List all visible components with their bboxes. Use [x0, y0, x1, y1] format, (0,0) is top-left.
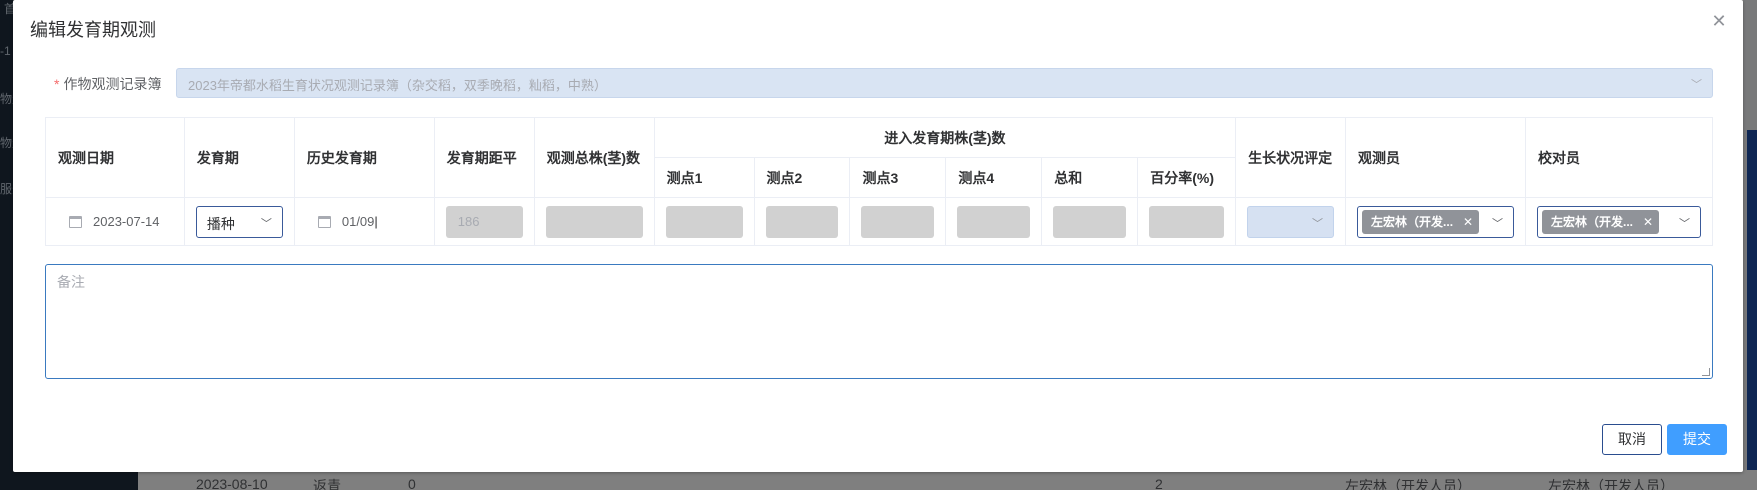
- observer-tag-label: 左宏林（开发...: [1371, 215, 1454, 229]
- checker-tag: 左宏林（开发... ✕: [1541, 209, 1660, 234]
- header-point-3: 测点3: [849, 157, 947, 198]
- header-sum: 总和: [1041, 157, 1139, 198]
- observer-select[interactable]: 左宏林（开发... ✕ ﹀: [1357, 205, 1514, 238]
- header-observer: 观测员: [1345, 117, 1526, 198]
- observation-table: 观测日期 发育期 历史发育期 发育期距平 观测总株(茎)数 进入发育期株(茎)数…: [45, 117, 1714, 246]
- required-mark: *: [54, 76, 60, 92]
- point-3-field: [861, 205, 935, 238]
- header-history-stage: 历史发育期: [293, 117, 435, 198]
- header-checker: 校对员: [1524, 117, 1714, 198]
- book-form-row: * 作物观测记录簿 2023年帝都水稻生育状况观测记录簿（杂交稻，双季晚稻，籼稻，…: [13, 68, 1743, 98]
- chevron-down-icon: ﹀: [260, 217, 272, 230]
- checker-select[interactable]: 左宏林（开发... ✕ ﹀: [1536, 205, 1701, 238]
- observer-tag: 左宏林（开发... ✕: [1362, 209, 1480, 234]
- header-stage: 发育期: [183, 117, 295, 198]
- header-stage-anomaly: 发育期距平: [433, 117, 535, 198]
- stage-anomaly-field: 186: [445, 205, 523, 238]
- header-point-1: 测点1: [653, 157, 755, 198]
- observation-date-picker[interactable]: 2023-07-14: [57, 214, 173, 229]
- submit-button[interactable]: 提交: [1667, 424, 1727, 455]
- header-entered-group: 进入发育期株(茎)数: [653, 117, 1237, 158]
- stage-value: 播种: [206, 215, 235, 232]
- header-point-4: 测点4: [945, 157, 1043, 198]
- point-4-field: [957, 205, 1031, 238]
- book-label-text: 作物观测记录簿: [63, 76, 162, 92]
- percent-field: [1149, 205, 1225, 238]
- header-total-plants: 观测总株(茎)数: [533, 117, 655, 198]
- calendar-icon: [317, 215, 331, 228]
- header-percent: 百分率(%): [1137, 157, 1237, 198]
- chevron-down-icon: ﹀: [1691, 79, 1702, 91]
- close-icon[interactable]: ✕: [1709, 12, 1729, 32]
- tag-close-icon[interactable]: ✕: [1643, 215, 1653, 229]
- cancel-button[interactable]: 取消: [1602, 424, 1662, 455]
- growth-eval-select[interactable]: ﹀: [1247, 205, 1335, 238]
- observation-date-value: 2023-07-14: [93, 214, 160, 229]
- checker-tag-label: 左宏林（开发...: [1550, 215, 1633, 229]
- chevron-down-icon: ﹀: [1679, 217, 1690, 230]
- total-plants-field: [545, 205, 643, 238]
- point-1-field: [665, 205, 743, 238]
- remark-textarea[interactable]: 备注: [45, 264, 1713, 379]
- header-date: 观测日期: [45, 117, 185, 198]
- tag-close-icon[interactable]: ✕: [1463, 215, 1473, 229]
- sum-field: [1053, 205, 1127, 238]
- calendar-icon: [69, 215, 82, 228]
- stage-select[interactable]: 播种 ﹀: [195, 205, 283, 238]
- dialog-title: 编辑发育期观测: [30, 20, 156, 40]
- edit-dialog: 编辑发育期观测 ✕ * 作物观测记录簿 2023年帝都水稻生育状况观测记录簿（杂交…: [13, 0, 1743, 472]
- chevron-down-icon: ﹀: [1491, 217, 1503, 230]
- remark-placeholder: 备注: [57, 274, 85, 290]
- header-point-2: 测点2: [753, 157, 851, 198]
- history-stage-picker[interactable]: 01/09 |: [306, 214, 423, 229]
- record-book-value: 2023年帝都水稻生育状况观测记录簿（杂交稻，双季晚稻，籼稻，中熟）: [188, 78, 607, 93]
- resize-handle-icon[interactable]: [1702, 368, 1710, 376]
- chevron-down-icon: ﹀: [1312, 217, 1324, 230]
- book-label: * 作物观测记录簿: [54, 74, 161, 94]
- record-book-select[interactable]: 2023年帝都水稻生育状况观测记录簿（杂交稻，双季晚稻，籼稻，中熟） ﹀: [176, 68, 1713, 98]
- table-row: 2023-07-14 播种 ﹀ 01/09 | 186 ﹀ 左宏林（开发... …: [45, 197, 1714, 246]
- history-stage-value: 01/09: [341, 214, 375, 229]
- point-2-field: [765, 205, 839, 238]
- header-growth-eval: 生长状况评定: [1235, 117, 1347, 198]
